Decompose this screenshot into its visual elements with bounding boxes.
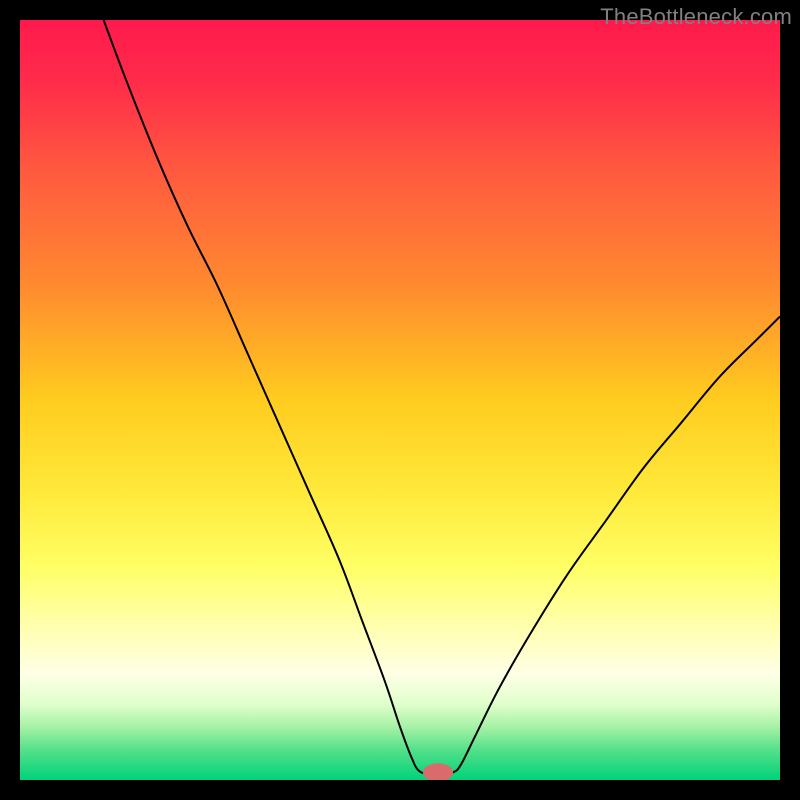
plot-area xyxy=(20,20,780,780)
chart-svg xyxy=(20,20,780,780)
chart-frame: TheBottleneck.com xyxy=(0,0,800,800)
gradient-background xyxy=(20,20,780,780)
watermark-text: TheBottleneck.com xyxy=(600,4,792,30)
